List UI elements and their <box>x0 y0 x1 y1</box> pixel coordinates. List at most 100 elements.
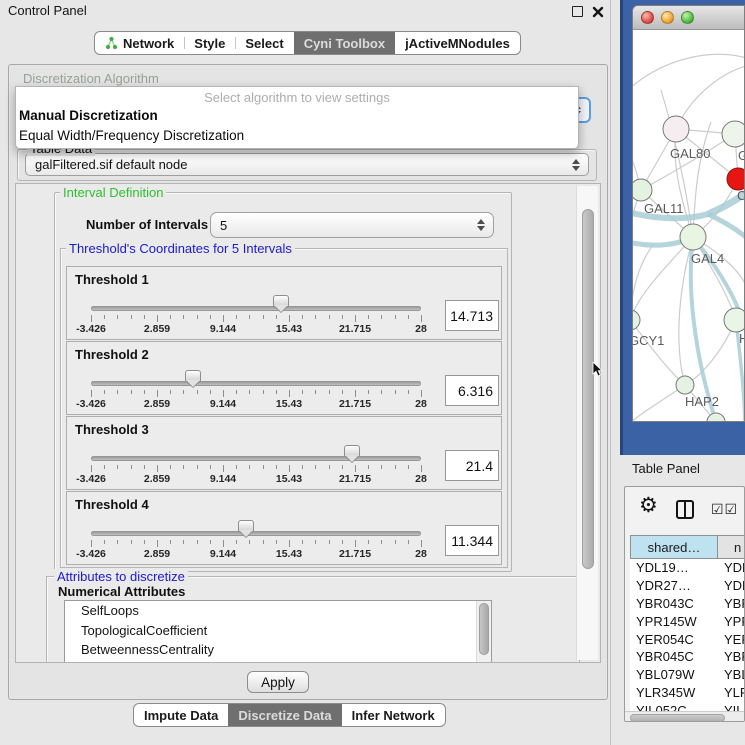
cell-name: YBL0 <box>718 667 745 682</box>
slider-handle[interactable] <box>238 520 254 538</box>
bottom-tab-discretize-data[interactable]: Discretize Data <box>228 704 341 726</box>
cell-shared-name: YER054C <box>630 632 718 647</box>
list-scrollbar-thumb[interactable] <box>479 603 489 655</box>
threshold-value-field[interactable] <box>445 375 499 406</box>
threshold-panel-3: Threshold 3-3.4262.8599.14415.4321.71528 <box>66 416 502 490</box>
network-edge[interactable] <box>633 320 685 385</box>
dropdown-item[interactable]: Manual Discretization <box>16 106 578 126</box>
bottom-tab-infer-network[interactable]: Infer Network <box>342 704 445 726</box>
cell-name: YDL1 <box>718 560 745 575</box>
network-window-titlebar[interactable] <box>633 6 744 30</box>
tab-select[interactable]: Select <box>235 32 293 54</box>
network-node-gal4[interactable] <box>680 224 706 250</box>
column-header-name[interactable]: n <box>718 535 745 559</box>
network-view-window: GAL80GCGAL11GAL4GCY1HHAP2 <box>632 5 745 422</box>
threshold-value-field[interactable] <box>445 450 499 481</box>
table-data-value: galFiltered.sif default node <box>35 157 187 172</box>
tab-label: Discretize Data <box>238 708 331 723</box>
dropdown-item[interactable]: Equal Width/Frequency Discretization <box>16 126 578 146</box>
cell-name: YIL0 <box>718 703 745 711</box>
network-edge[interactable] <box>676 66 744 129</box>
cyni-toolbox-panel: Discretization Algorithm Select algorith… <box>8 64 608 700</box>
node-label: G <box>738 148 744 163</box>
table-row[interactable]: YIL052CYIL0 <box>630 701 745 711</box>
slider-ticks <box>91 540 421 548</box>
zoom-traffic-light[interactable] <box>681 11 694 24</box>
horizontal-scrollbar-thumb[interactable] <box>630 714 725 722</box>
settings-scrollbar[interactable] <box>576 186 598 660</box>
cell-shared-name: YBR043C <box>630 596 718 611</box>
attribute-list-item[interactable]: BetweennessCentrality <box>65 640 491 660</box>
node-label: GAL4 <box>691 251 724 266</box>
tab-network[interactable]: Network <box>95 32 184 54</box>
column-header-shared[interactable]: shared… <box>630 535 718 559</box>
network-edge[interactable] <box>633 245 653 320</box>
table-row[interactable]: YER054CYER0 <box>630 630 745 648</box>
bottom-tab-impute-data[interactable]: Impute Data <box>134 704 228 726</box>
network-node-gal80[interactable] <box>663 116 689 142</box>
network-edge[interactable] <box>693 237 736 320</box>
numerical-attributes-list[interactable]: SelfLoopsTopologicalCoefficientBetweenne… <box>64 600 492 663</box>
network-edge[interactable] <box>633 385 685 422</box>
table-row[interactable]: YPR145WYPR1 <box>630 612 745 630</box>
network-edge[interactable] <box>708 214 744 237</box>
network-node-gcy1[interactable] <box>633 310 640 330</box>
table-row[interactable]: YLR345WYLR3 <box>630 684 745 702</box>
cell-name: YPR1 <box>718 614 745 629</box>
split-columns-icon[interactable] <box>676 500 694 519</box>
threshold-value-field[interactable] <box>445 300 499 331</box>
threshold-label: Threshold 1 <box>75 272 149 287</box>
network-graph[interactable]: GAL80GCGAL11GAL4GCY1HHAP2 <box>633 30 744 422</box>
close-traffic-light[interactable] <box>641 11 654 24</box>
threshold-label: Threshold 2 <box>75 347 149 362</box>
cell-shared-name: YIL052C <box>630 703 718 711</box>
gear-icon[interactable]: ⚙ <box>639 493 658 518</box>
slider-track[interactable] <box>91 456 421 461</box>
table-data-combobox[interactable]: galFiltered.sif default node <box>25 153 589 176</box>
attribute-list-item[interactable]: SelfLoops <box>65 601 491 621</box>
panel-divider[interactable] <box>610 0 611 745</box>
threshold-value-field[interactable] <box>445 525 499 556</box>
horizontal-scrollbar[interactable] <box>625 711 744 722</box>
table-row[interactable]: YDL19…YDL1 <box>630 559 745 577</box>
slider-handle[interactable] <box>273 295 289 313</box>
network-node-g[interactable] <box>722 121 744 147</box>
tab-cyni-toolbox[interactable]: Cyni Toolbox <box>294 32 395 54</box>
tab-label: Impute Data <box>144 708 218 723</box>
network-node-h[interactable] <box>724 308 744 332</box>
network-node-hap2[interactable] <box>676 376 694 394</box>
close-icon[interactable] <box>592 5 604 17</box>
tab-jactivemnodules[interactable]: jActiveMNodules <box>395 32 520 54</box>
table-row[interactable]: YBL079WYBL0 <box>630 666 745 684</box>
settings-scrollbar-thumb[interactable] <box>582 209 594 569</box>
network-edge[interactable] <box>633 54 744 90</box>
minimize-traffic-light[interactable] <box>661 11 674 24</box>
tab-label: Style <box>194 36 225 51</box>
float-window-icon[interactable] <box>572 6 583 17</box>
checkbox-icons[interactable]: ☑☑ <box>711 501 738 518</box>
network-edge[interactable] <box>641 134 735 190</box>
slider-track[interactable] <box>91 381 421 386</box>
slider-handle[interactable] <box>185 370 201 388</box>
threshold-label: Threshold 3 <box>75 422 149 437</box>
slider-track[interactable] <box>91 306 421 311</box>
attributes-group-label: Attributes to discretize <box>54 569 188 584</box>
table-row[interactable]: YBR045CYBR0 <box>630 648 745 666</box>
thresholds-group-label: Threshold's Coordinates for 5 Intervals <box>66 241 295 256</box>
cell-name: YDR2 <box>718 578 745 593</box>
network-node-c[interactable] <box>727 168 744 190</box>
attribute-list-item[interactable]: TopologicalCoefficient <box>65 621 491 641</box>
apply-button[interactable]: Apply <box>247 671 309 693</box>
table-panel-title: Table Panel <box>632 461 700 476</box>
slider-handle[interactable] <box>344 445 360 463</box>
slider-track[interactable] <box>91 531 421 536</box>
tab-style[interactable]: Style <box>184 32 235 54</box>
network-canvas[interactable]: GAL80GCGAL11GAL4GCY1HHAP2 <box>633 30 744 422</box>
table-row[interactable]: YDR27…YDR2 <box>630 577 745 595</box>
combo-arrows-icon <box>477 219 485 231</box>
table-row[interactable]: YBR043CYBR0 <box>630 595 745 613</box>
network-node-gal11[interactable] <box>633 179 652 201</box>
number-of-intervals-combobox[interactable]: 5 <box>210 212 494 238</box>
list-scrollbar[interactable] <box>476 601 491 663</box>
node-label: GCY1 <box>633 333 664 348</box>
